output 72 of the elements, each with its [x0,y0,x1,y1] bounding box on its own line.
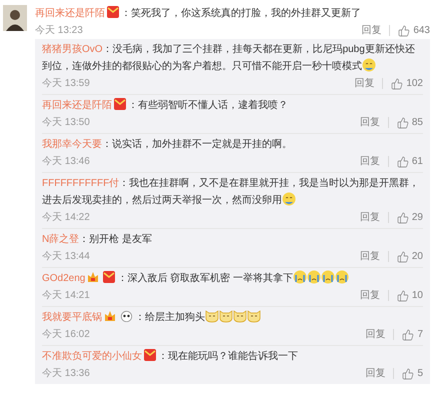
comment-text: 我就要平底锅 ：给层主加狗头 [42,309,423,326]
comment-text: 不准欺负可爱的小仙女 ：现在能玩吗？谁能告诉我一下 [42,348,299,364]
envelope-badge-icon [107,6,119,18]
comment-text: 我那幸今天要：说实话，加外挂群不一定就是开挂的啊。 [42,138,293,152]
comment-text: N薛之登：别开枪 是友军 [42,232,154,247]
dog-emoji-icon [205,309,219,323]
comment-text: 猪猪男孩OvO：没毛病，我加了三个挂群，挂每天都在更新，比尼玛pubg更新还快还到位，连做外挂的都很贴心的为客户着想。只可惜不能开启一秒十喷模式 [42,42,416,74]
like-button[interactable]: 61 [388,153,423,170]
dog-emoji-icon [219,309,233,323]
user-name-link[interactable]: 猪猪男孩OvO [42,44,103,55]
user-avatar [3,5,27,31]
comment-time: 今天 13:50 [42,116,90,130]
panda-badge-icon [120,310,133,322]
thumbs-up-icon [398,24,410,36]
thumbs-up-icon [396,250,409,262]
reply-link[interactable]: 回复 [361,25,390,36]
envelope-badge-icon [114,98,126,110]
comment-time: 今天 13:44 [42,250,90,264]
comment-text: 再回来还是阡陌 ：有些弱智听不懂人话，逮着我喷？ [42,97,289,113]
crying-emoji-icon [334,270,349,284]
thumbs-up-icon [396,156,409,168]
like-button[interactable]: 643 [390,22,430,39]
thumbs-up-icon [396,212,409,224]
envelope-badge-icon [144,349,156,361]
comment-time: 今天 13:59 [42,77,90,91]
comment-time: 今天 16:02 [42,328,90,342]
user-name-link[interactable]: 再回来还是阡陌 [35,8,105,19]
like-button[interactable]: 7 [394,326,423,343]
user-name-link[interactable]: FFFFFFFFFFF付 [42,178,120,189]
like-button[interactable]: 5 [394,365,423,382]
reply-link[interactable]: 回复 [365,368,394,379]
like-button[interactable]: 29 [388,209,423,226]
like-button[interactable]: 20 [388,248,423,265]
smile-emoji-icon [362,58,376,72]
comment-time: 今天 13:23 [35,24,83,38]
thumbs-up-icon [402,328,414,340]
thumbs-up-icon [391,78,404,90]
like-button[interactable]: 85 [388,114,423,131]
reply-link[interactable]: 回复 [360,290,389,301]
user-name-link[interactable]: 不准欺负可爱的小仙女 [42,351,142,362]
dog-emoji-icon [247,309,261,323]
crying-emoji-icon [306,270,321,284]
reply-link[interactable]: 回复 [360,251,389,262]
comment-time: 今天 13:36 [42,367,90,381]
envelope-badge-icon [103,271,116,283]
thumbs-up-icon [396,290,409,302]
dog-emoji-icon [233,309,247,323]
comment-time: 今天 14:21 [42,289,90,303]
user-name-link[interactable]: N薛之登 [42,234,80,245]
user-name-link[interactable]: GOd2eng [42,273,86,284]
like-button[interactable]: 10 [388,287,423,304]
crying-emoji-icon [320,270,335,284]
reply-link[interactable]: 回复 [360,156,389,167]
comment-time: 今天 13:46 [42,155,90,169]
reply-link[interactable]: 回复 [360,117,389,128]
comment-text: 再回来还是阡陌 ：笑死我了，你这系统真的打脸，我的外挂群又更新了 [35,5,362,21]
thumbs-up-icon [396,116,409,128]
reply-link[interactable]: 回复 [365,329,394,340]
comment-text: GOd2eng ：深入敌后 窃取敌军机密 一举将其拿下 [42,270,423,287]
user-name-link[interactable]: 再回来还是阡陌 [42,100,112,111]
user-name-link[interactable]: 我那幸今天要 [42,139,102,150]
crown-badge-icon [87,271,100,283]
thumbs-up-icon [402,368,414,380]
like-button[interactable]: 102 [383,75,423,92]
comment-text: FFFFFFFFFFF付：我也在挂群啊，又不是在群里就开挂，我是当时以为那是开黑群，进去后发现卖挂的，然后过两天举报一次，然而没卵用 [42,176,420,208]
reply-link[interactable]: 回复 [354,78,384,89]
comment-time: 今天 14:22 [42,211,90,225]
user-name-link[interactable]: 我就要平底锅 [42,312,102,323]
smile-emoji-icon [282,192,296,206]
reply-link[interactable]: 回复 [360,212,389,223]
crown-badge-icon [104,310,116,322]
crying-emoji-icon [292,270,307,284]
